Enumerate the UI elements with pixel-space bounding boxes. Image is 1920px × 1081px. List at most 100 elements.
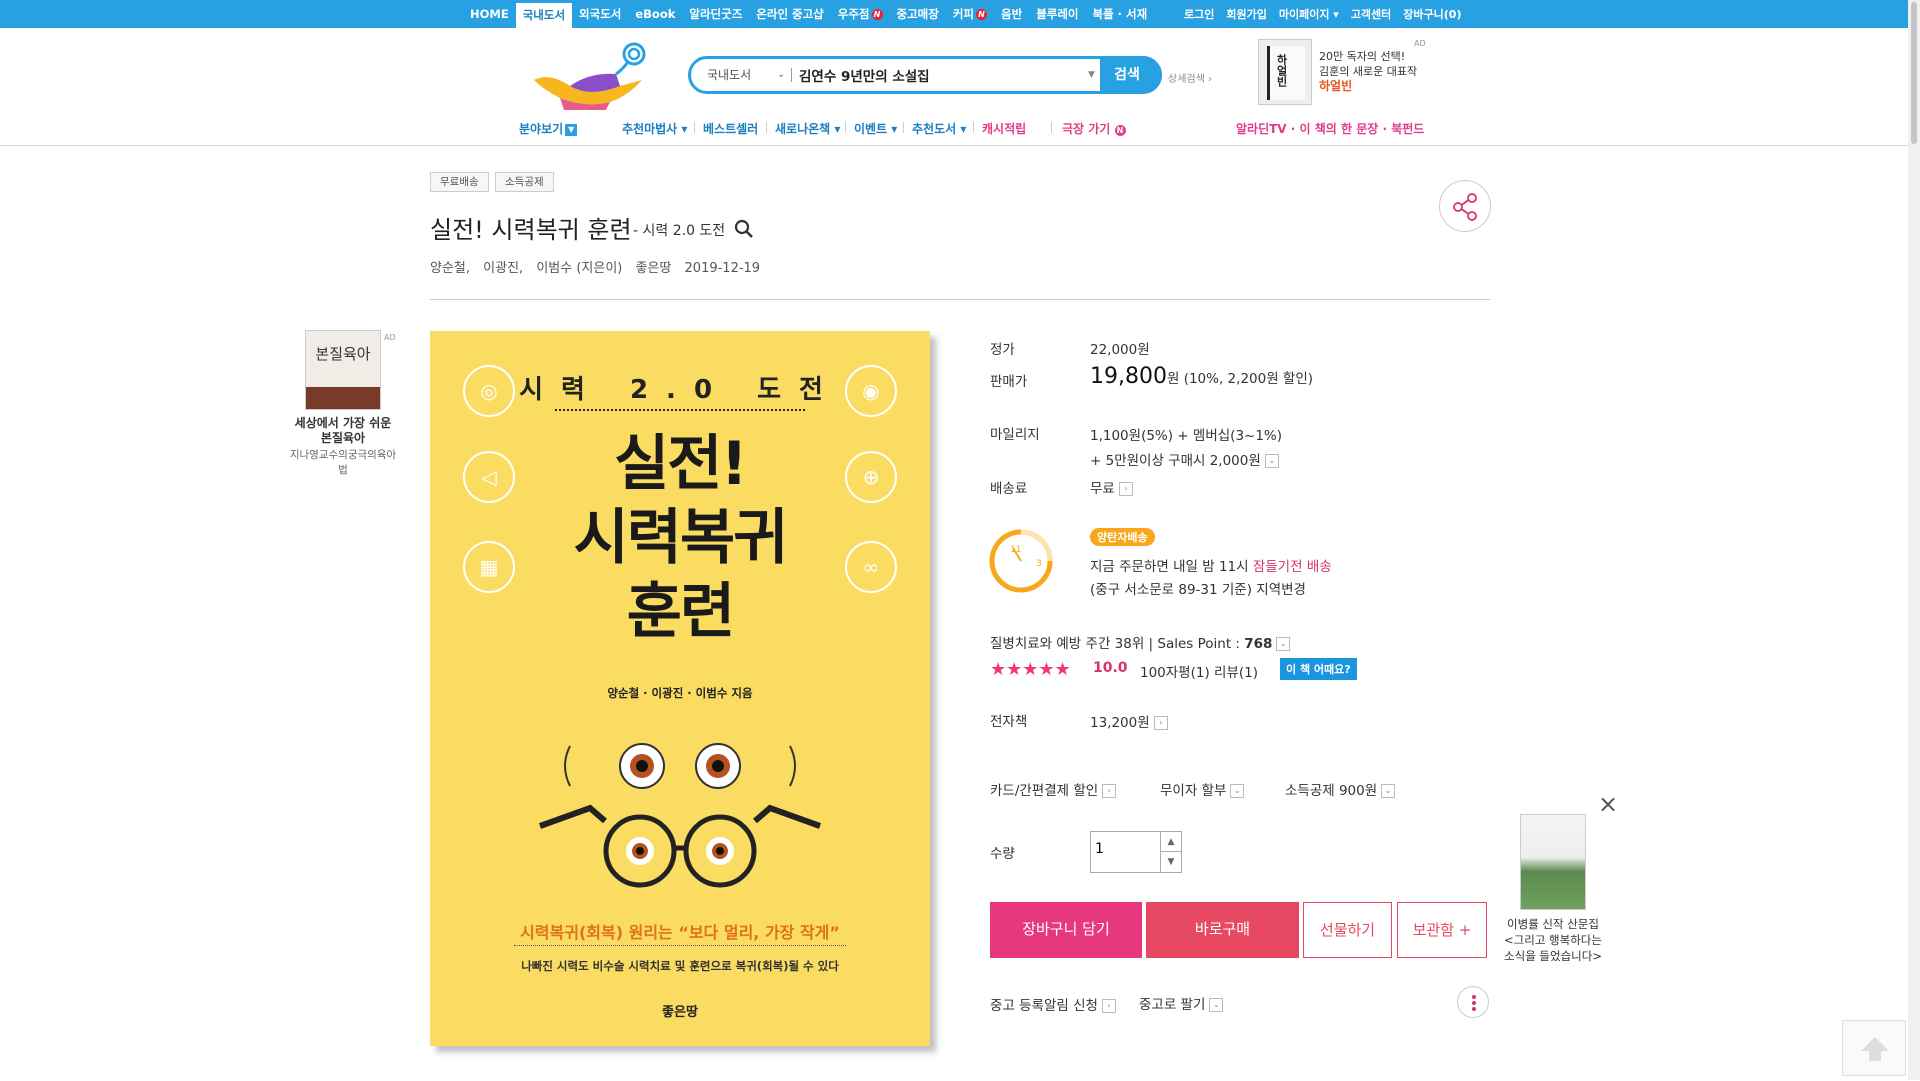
- search-icon[interactable]: [734, 219, 754, 239]
- search-category-select[interactable]: 국내도서: [707, 59, 751, 91]
- tax-deduct-group[interactable]: 소득공제 900원 ⌄: [1285, 779, 1396, 799]
- catnav-recommend-wizard[interactable]: 추천마법사 ▾: [622, 120, 687, 137]
- used-notify-group[interactable]: 중고 등록알림 신청 ›: [990, 994, 1116, 1014]
- dot: [1472, 1001, 1476, 1005]
- author-link[interactable]: 양순철,: [430, 261, 470, 276]
- quantity-down-button[interactable]: ▼: [1160, 852, 1181, 872]
- chevron-right-icon[interactable]: ›: [1118, 482, 1133, 496]
- catnav-bestseller[interactable]: 베스트셀러: [703, 120, 758, 137]
- nav-bluray[interactable]: 블루레이: [1029, 0, 1085, 28]
- delivery-type[interactable]: 잠들기전 배송: [1253, 559, 1332, 575]
- nav-home[interactable]: HOME: [463, 0, 516, 28]
- quantity-stepper: ▲ ▼: [1090, 831, 1182, 873]
- publish-date: 2019-12-19: [684, 261, 761, 276]
- more-options-button[interactable]: [1457, 986, 1489, 1018]
- installment-group[interactable]: 무이자 할부 ⌄: [1160, 779, 1245, 799]
- review-links[interactable]: 100자평(1) 리뷰(1): [1140, 661, 1258, 681]
- nav-foreign-books[interactable]: 외국도서: [572, 0, 628, 28]
- how-is-book-button[interactable]: 이 책 어때요?: [1280, 658, 1357, 680]
- sale-price-group: 19,800원 (10%, 2,200원 할인): [1090, 364, 1313, 389]
- ebook-price[interactable]: 13,200원: [1090, 715, 1150, 731]
- wishlist-button[interactable]: 보관함 +: [1397, 902, 1487, 958]
- publisher-link[interactable]: 좋은땅: [636, 261, 672, 276]
- share-button[interactable]: [1439, 180, 1491, 232]
- advanced-search-link[interactable]: 상세검색 ›: [1168, 70, 1212, 85]
- close-icon[interactable]: ×: [1597, 792, 1619, 816]
- chevron-down-icon[interactable]: ⌄: [1276, 637, 1291, 651]
- add-to-cart-button[interactable]: 장바구니 담기: [990, 902, 1142, 958]
- nav-domestic-books[interactable]: 국내도서: [515, 3, 573, 28]
- ebook-label: 전자책: [990, 714, 1028, 730]
- header-ad-book-cover[interactable]: 하얼빈: [1258, 39, 1312, 105]
- used-sell-group[interactable]: 중고로 팔기 ⌄: [1139, 993, 1224, 1013]
- catnav-recommended[interactable]: 추천도서 ▾: [912, 120, 966, 137]
- dot: [1472, 1007, 1476, 1011]
- shipping-value-group: 무료 ›: [1090, 477, 1133, 497]
- browse-categories[interactable]: 분야보기 ▼: [519, 120, 578, 137]
- right-ad-text: 이병률 신작 산문집 <그리고 행복하다는 소식을 들었습니다>: [1498, 916, 1608, 964]
- scrollbar[interactable]: [1908, 0, 1920, 1080]
- chevron-right-icon[interactable]: ›: [1153, 716, 1168, 730]
- customer-center-link[interactable]: 고객센터: [1345, 6, 1397, 22]
- sales-rank[interactable]: 질병치료와 예방 주간 38위 | Sales Point :: [990, 636, 1244, 652]
- side-ad[interactable]: 본질육아 세상에서 가장 쉬운 본질육아 지나영교수의궁극의육아법: [288, 330, 398, 477]
- signup-link[interactable]: 회원가입: [1220, 6, 1272, 22]
- buy-now-button[interactable]: 바로구매: [1146, 902, 1299, 958]
- login-link[interactable]: 로그인: [1178, 6, 1220, 22]
- search-input[interactable]: [799, 62, 1099, 88]
- scrollbar-thumb[interactable]: [1911, 2, 1917, 144]
- side-ad-book-title: 본질육아: [315, 345, 371, 363]
- catnav-sep: [903, 122, 904, 133]
- delivery-line2[interactable]: (중구 서소문로 89-31 기준) 지역변경: [1090, 578, 1306, 598]
- cover-authors: 양순철 · 이광진 · 이범수 지음: [607, 686, 753, 700]
- scroll-to-top-button[interactable]: [1842, 1020, 1906, 1076]
- nav-coffee[interactable]: 커피 N: [946, 0, 994, 28]
- shipping-value: 무료: [1090, 481, 1115, 497]
- nav-music[interactable]: 음반: [994, 0, 1029, 28]
- search-dropdown-icon[interactable]: ▼: [1088, 59, 1095, 91]
- gift-button[interactable]: 선물하기: [1303, 902, 1392, 958]
- search-divider: [791, 68, 792, 82]
- installment: 무이자 할부: [1160, 783, 1227, 799]
- header-ad-text[interactable]: 20만 독자의 선택! 김훈의 새로운 대표작 하얼빈: [1319, 49, 1417, 94]
- nav-used-stores[interactable]: 중고매장: [890, 0, 946, 28]
- quantity-input[interactable]: [1095, 841, 1155, 857]
- right-floating-ad[interactable]: 이병률 신작 산문집 <그리고 행복하다는 소식을 들었습니다>: [1498, 814, 1608, 964]
- right-ad-book-cover: [1520, 814, 1586, 910]
- chevron-down-icon[interactable]: ⌄: [777, 59, 785, 91]
- new-badge: N: [976, 9, 988, 20]
- chevron-down-icon: ⌄: [1381, 784, 1396, 798]
- aladin-lamp-logo[interactable]: [530, 42, 652, 112]
- cart-link[interactable]: 장바구니(0): [1397, 6, 1467, 22]
- sales-rank-group: 질병치료와 예방 주간 38위 | Sales Point : 768 ⌄: [990, 632, 1291, 652]
- catnav-aladin-tv[interactable]: 알라딘TV · 이 책의 한 문장 · 북펀드: [1236, 120, 1424, 137]
- nav-ebook[interactable]: eBook: [628, 0, 682, 28]
- ad-label: AD: [384, 333, 396, 342]
- catnav-new-books[interactable]: 새로나온책 ▾: [775, 120, 840, 137]
- author-link[interactable]: 이광진,: [483, 261, 523, 276]
- chevron-right-icon: ›: [1102, 784, 1117, 798]
- nav-bookple[interactable]: 북플 · 서재: [1086, 0, 1155, 28]
- chevron-down-icon[interactable]: ⌄: [1264, 454, 1279, 468]
- dot: [1472, 995, 1476, 999]
- clock-icon: 11 3: [989, 529, 1053, 593]
- catnav-cash[interactable]: 캐시적립: [982, 120, 1026, 137]
- new-badge: N: [871, 9, 883, 20]
- nav-goods[interactable]: 알라딘굿즈: [682, 0, 749, 28]
- carpet-delivery-badge: 양탄자배송: [1090, 528, 1155, 546]
- card-discount: 카드/간편결제 할인: [990, 783, 1099, 799]
- dropdown-box-icon: ▼: [565, 123, 578, 136]
- shipping-label: 배송료: [990, 481, 1028, 497]
- quantity-up-button[interactable]: ▲: [1160, 832, 1181, 852]
- tax-deduction-badge: 소득공제: [495, 172, 554, 192]
- card-discount-group[interactable]: 카드/간편결제 할인 ›: [990, 779, 1117, 799]
- nav-used-shop[interactable]: 온라인 중고샵: [749, 0, 830, 28]
- search-button[interactable]: 검색: [1100, 56, 1162, 94]
- chart-icon: ▦: [463, 541, 515, 593]
- nav-space-store[interactable]: 우주점 N: [831, 0, 890, 28]
- author-link[interactable]: 이범수 (지은이): [536, 261, 622, 276]
- catnav-theater[interactable]: 극장 가기 N: [1062, 120, 1126, 137]
- mypage-link[interactable]: 마이페이지 ▾: [1273, 6, 1345, 22]
- catnav-events[interactable]: 이벤트 ▾: [854, 120, 897, 137]
- book-cover[interactable]: 시력 2.0 도전 실전! 시력복귀 훈련 ◎ ◉ ◁ ⊕ ▦ ∞ 양순철 · …: [430, 331, 930, 1046]
